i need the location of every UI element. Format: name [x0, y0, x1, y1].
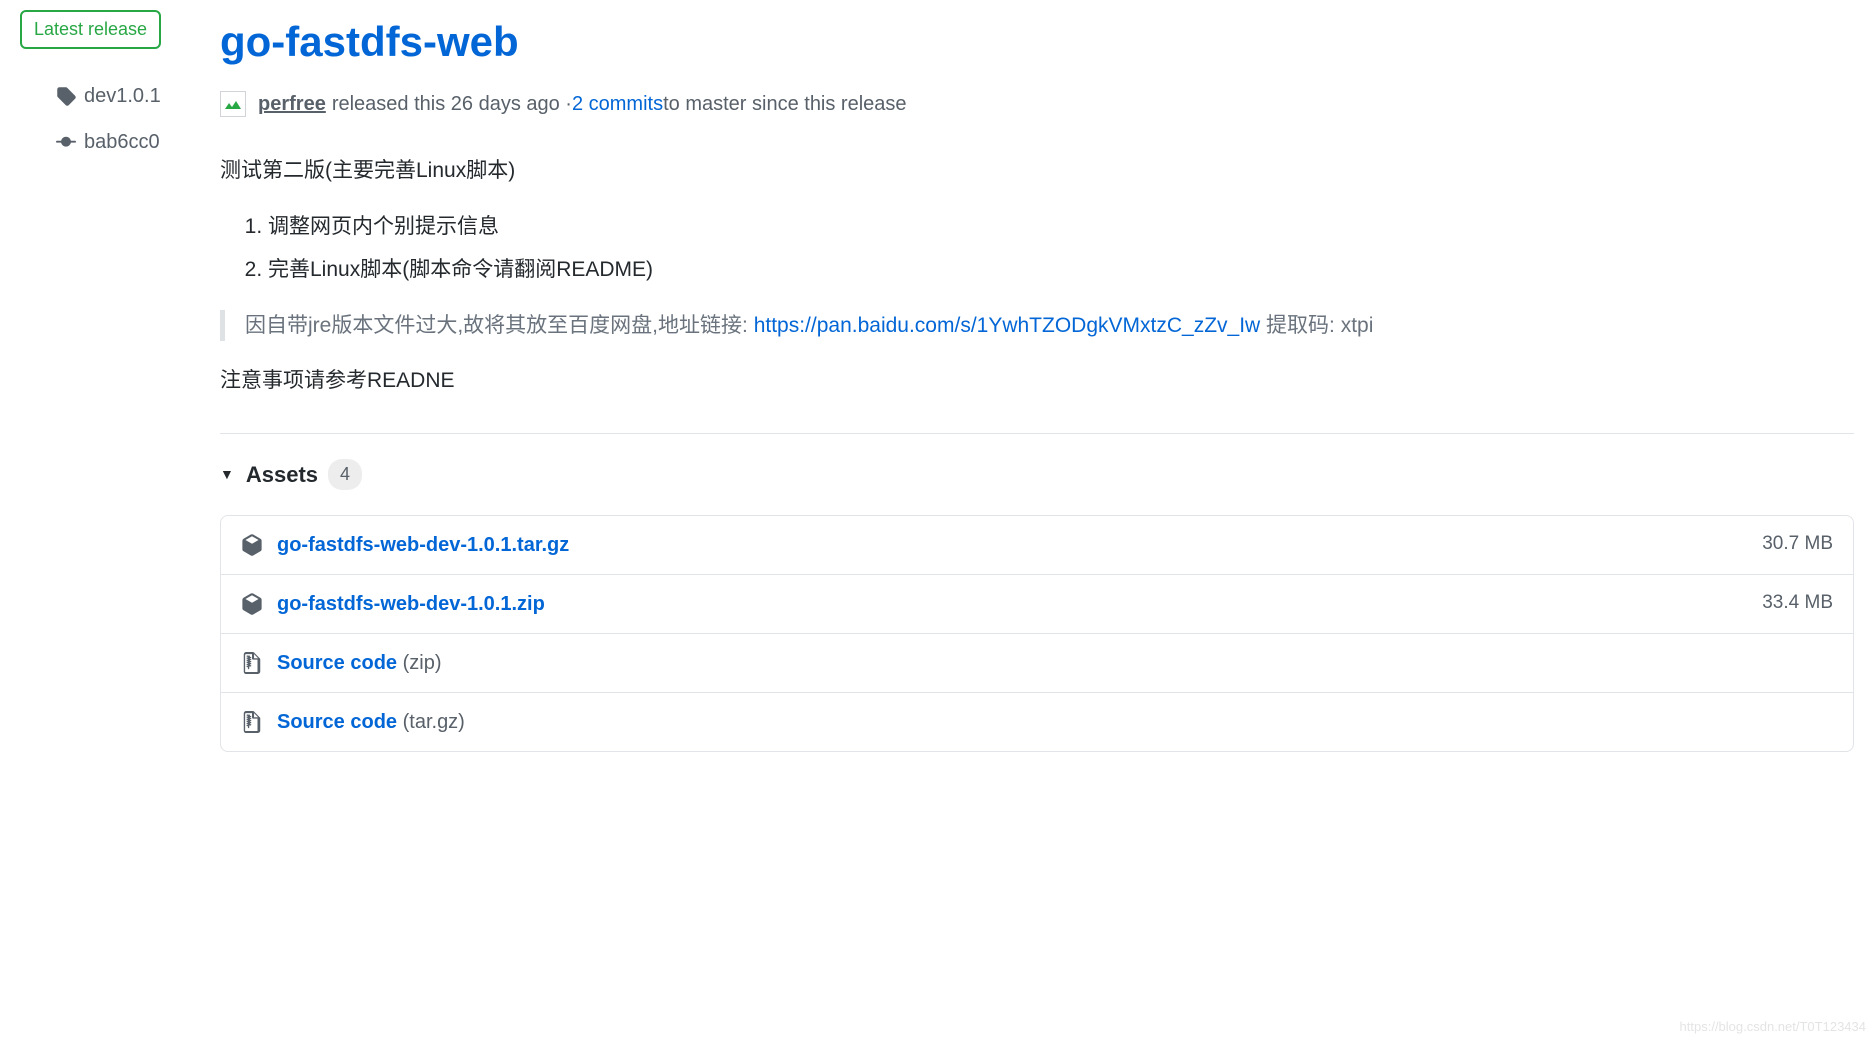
watermark: https://blog.csdn.net/T0T123434 — [1680, 1017, 1866, 1037]
release-title-link[interactable]: go-fastdfs-web — [220, 18, 519, 65]
to-master-text: to master since this release — [663, 89, 906, 119]
caret-down-icon: ▼ — [220, 464, 234, 485]
latest-release-badge: Latest release — [20, 10, 161, 49]
released-text: released this 26 days ago · — [332, 89, 572, 119]
package-icon — [241, 534, 263, 556]
file-zip-icon — [241, 711, 263, 733]
asset-size: 30.7 MB — [1762, 530, 1833, 559]
release-main: go-fastdfs-web perfree released this 26 … — [220, 10, 1854, 752]
blockquote-prefix: 因自带jre版本文件过大,故将其放至百度网盘,地址链接: — [245, 314, 754, 337]
tag-icon — [56, 86, 76, 106]
assets-label: Assets — [246, 458, 318, 491]
list-item: 完善Linux脚本(脚本命令请翻阅README) — [268, 254, 1854, 286]
assets-list: go-fastdfs-web-dev-1.0.1.tar.gz 30.7 MB … — [220, 515, 1854, 752]
release-sidebar: Latest release dev1.0.1 bab6cc0 — [20, 10, 220, 752]
blockquote: 因自带jre版本文件过大,故将其放至百度网盘,地址链接: https://pan… — [220, 310, 1854, 342]
asset-row[interactable]: go-fastdfs-web-dev-1.0.1.zip 33.4 MB — [221, 575, 1853, 634]
tag-name: dev1.0.1 — [84, 81, 161, 111]
file-zip-icon — [241, 652, 263, 674]
avatar[interactable] — [220, 91, 246, 117]
assets-count: 4 — [328, 459, 362, 490]
asset-row[interactable]: Source code (zip) — [221, 634, 1853, 693]
blockquote-suffix: 提取码: xtpi — [1266, 314, 1373, 337]
assets-toggle[interactable]: ▼ Assets 4 — [220, 458, 1854, 491]
asset-link[interactable]: go-fastdfs-web-dev-1.0.1.tar.gz — [277, 530, 569, 560]
package-icon — [241, 593, 263, 615]
asset-ext-value: (zip) — [403, 648, 442, 678]
release-meta: perfree released this 26 days ago · 2 co… — [220, 89, 1854, 119]
divider — [220, 433, 1854, 434]
changes-list: 调整网页内个别提示信息 完善Linux脚本(脚本命令请翻阅README) — [220, 211, 1854, 286]
asset-row[interactable]: Source code (tar.gz) — [221, 693, 1853, 751]
commit-icon — [56, 132, 76, 152]
baidu-link[interactable]: https://pan.baidu.com/s/1YwhTZODgkVMxtzC… — [754, 314, 1261, 337]
commit-item[interactable]: bab6cc0 — [20, 119, 196, 165]
author-link[interactable]: perfree — [258, 89, 326, 119]
tag-item[interactable]: dev1.0.1 — [20, 73, 196, 119]
commits-link[interactable]: 2 commits — [572, 89, 663, 119]
intro-text: 测试第二版(主要完善Linux脚本) — [220, 155, 1854, 187]
footer-text: 注意事项请参考READNE — [220, 365, 1854, 397]
asset-link[interactable]: go-fastdfs-web-dev-1.0.1.zip — [277, 589, 545, 619]
asset-ext-value: (tar.gz) — [403, 707, 465, 737]
commit-sha: bab6cc0 — [84, 127, 160, 157]
broken-image-icon — [225, 97, 241, 111]
release-title: go-fastdfs-web — [220, 10, 1854, 73]
list-item: 调整网页内个别提示信息 — [268, 211, 1854, 243]
asset-row[interactable]: go-fastdfs-web-dev-1.0.1.tar.gz 30.7 MB — [221, 516, 1853, 575]
release-body: 测试第二版(主要完善Linux脚本) 调整网页内个别提示信息 完善Linux脚本… — [220, 155, 1854, 397]
asset-size: 33.4 MB — [1762, 589, 1833, 618]
asset-link[interactable]: Source code — [277, 707, 397, 737]
asset-link[interactable]: Source code — [277, 648, 397, 678]
